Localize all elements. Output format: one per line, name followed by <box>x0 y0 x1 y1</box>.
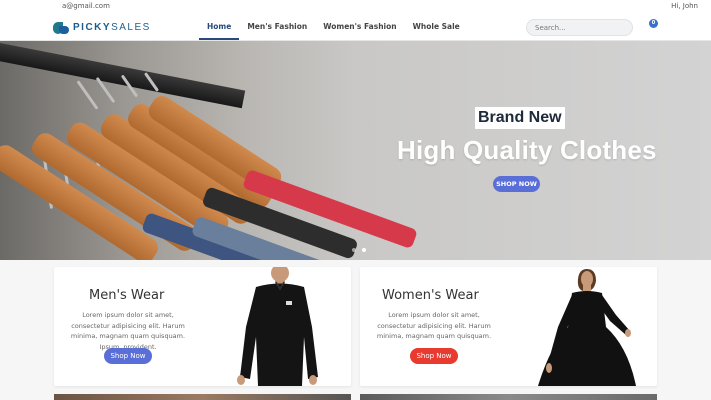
mens-wear-title: Men's Wear <box>89 288 165 303</box>
menu-item-whole-sale[interactable]: Whole Sale <box>405 14 468 40</box>
hero-shop-now-button[interactable]: SHOP NOW <box>493 176 540 192</box>
mens-model-image <box>237 267 318 386</box>
site-logo[interactable]: PICKYSALES <box>53 19 151 36</box>
womens-shop-now-button[interactable]: Shop Now <box>410 348 458 364</box>
carousel-dot[interactable] <box>352 248 356 252</box>
mens-wear-card: Men's Wear Lorem ipsum dolor sit amet, c… <box>54 267 351 386</box>
cart-count-badge: 0 <box>649 19 658 28</box>
carousel-indicators <box>352 248 366 252</box>
main-navbar: PICKYSALES Home Men's Fashion Women's Fa… <box>0 14 711 41</box>
hero-headline: High Quality Clothes <box>397 135 657 165</box>
womens-wear-title: Women's Wear <box>382 288 479 303</box>
menu-item-womens-fashion[interactable]: Women's Fashion <box>315 14 404 40</box>
carousel-dot-active[interactable] <box>362 248 366 252</box>
logo-text: PICKYSALES <box>73 22 151 33</box>
user-greeting[interactable]: Hi, John <box>671 2 698 10</box>
hero-carousel: Brand New High Quality Clothes SHOP NOW <box>0 41 711 260</box>
cart-button[interactable]: 0 <box>648 19 660 33</box>
next-row-image-left <box>54 394 351 400</box>
mens-shop-now-button[interactable]: Shop Now <box>104 348 152 364</box>
main-menu: Home Men's Fashion Women's Fashion Whole… <box>199 14 468 40</box>
logo-icon <box>53 21 70 35</box>
search-input[interactable] <box>526 19 633 36</box>
womens-wear-description: Lorem ipsum dolor sit amet, consectetur … <box>376 311 492 340</box>
womens-model-image <box>538 269 636 386</box>
mens-wear-description: Lorem ipsum dolor sit amet, consectetur … <box>70 311 186 351</box>
next-row-image-right <box>360 394 657 400</box>
menu-item-mens-fashion[interactable]: Men's Fashion <box>239 14 315 40</box>
hero-badge: Brand New <box>475 107 565 129</box>
womens-wear-card: Women's Wear Lorem ipsum dolor sit amet,… <box>360 267 657 386</box>
menu-item-home[interactable]: Home <box>199 14 240 40</box>
contact-email: a@gmail.com <box>62 2 110 10</box>
top-info-bar: a@gmail.com Hi, John <box>0 0 711 14</box>
